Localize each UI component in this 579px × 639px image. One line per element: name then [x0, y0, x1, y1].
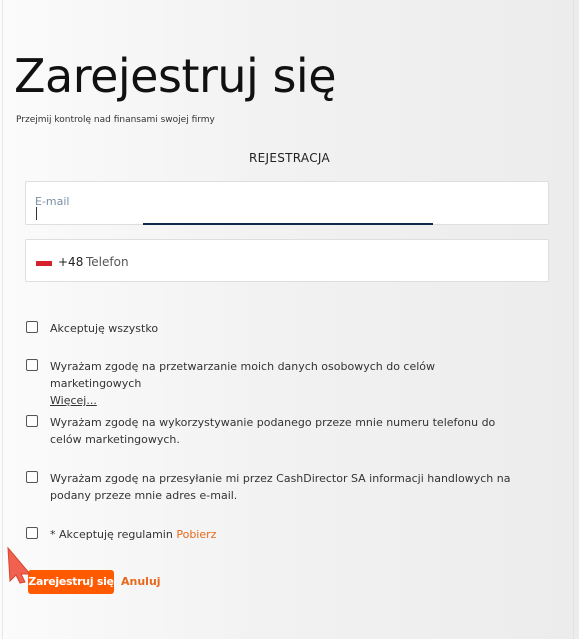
section-title: REJESTRACJA: [248, 151, 331, 165]
checkbox-phone-marketing[interactable]: [26, 415, 38, 427]
checkbox-terms[interactable]: [26, 527, 38, 539]
email-field[interactable]: E-mail: [25, 181, 549, 225]
download-terms-link[interactable]: Pobierz: [176, 528, 216, 541]
email-focus-underline: [143, 223, 433, 225]
consent-text: Wyrażam zgodę na przetwarzanie moich dan…: [50, 360, 436, 390]
mouse-pointer-arrow-icon: [7, 546, 32, 584]
poland-flag-icon[interactable]: [36, 261, 52, 266]
consent-text: * Akceptuję regulamin: [50, 528, 173, 541]
register-button[interactable]: Zarejestruj się: [28, 570, 114, 594]
phone-placeholder: Telefon: [86, 255, 129, 269]
more-link[interactable]: Więcej...: [50, 392, 520, 409]
text-caret: [36, 207, 37, 220]
consent-label: Wyrażam zgodę na przesyłanie mi przez Ca…: [50, 472, 511, 502]
checkbox-email-commercial[interactable]: [26, 471, 38, 483]
page-title: Zarejestruj się: [14, 49, 337, 103]
consent-label: Wyrażam zgodę na wykorzystywanie podaneg…: [50, 416, 496, 446]
consent-label: * Akceptuję regulamin Pobierz: [50, 526, 520, 543]
email-placeholder: E-mail: [35, 195, 70, 208]
page-subtitle: Przejmij kontrolę nad finansami swojej f…: [16, 115, 215, 125]
checkbox-marketing-data[interactable]: [26, 359, 38, 371]
consent-label: Akceptuję wszystko: [50, 322, 159, 335]
cancel-link[interactable]: Anuluj: [121, 575, 161, 588]
consent-label: Wyrażam zgodę na przetwarzanie moich dan…: [50, 358, 520, 409]
phone-country-prefix[interactable]: +48: [58, 255, 83, 269]
checkbox-accept-all[interactable]: [26, 321, 38, 333]
phone-field[interactable]: +48 Telefon: [25, 239, 549, 282]
